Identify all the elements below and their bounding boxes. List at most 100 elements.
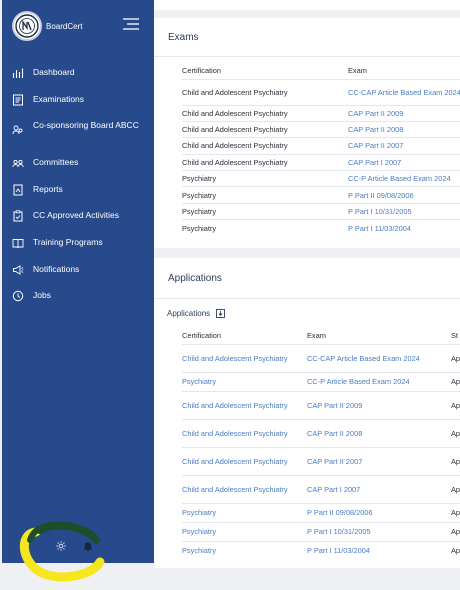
table-row[interactable]: Psychiatry P Part I 11/03/2004 Ap (182, 540, 460, 560)
certification-link[interactable]: Child and Adolescent Psychiatry (182, 418, 307, 447)
status-cell: Ap (451, 390, 460, 419)
exam-link[interactable]: P Part II 09/08/2006 (307, 502, 451, 522)
certification-link[interactable]: Child and Adolescent Psychiatry (182, 474, 307, 503)
sidebar-item-reports[interactable]: Reports (2, 183, 154, 210)
sidebar-item-label: Examinations (33, 93, 85, 104)
certification-cell: Child and Adolescent Psychiatry (182, 120, 348, 138)
table-row[interactable]: Child and Adolescent Psychiatry CAP Part … (182, 474, 460, 503)
table-header-row: Certification Exam (182, 62, 460, 79)
divider (154, 56, 460, 57)
sidebar-item-dashboard[interactable]: Dashboard (2, 66, 154, 93)
table-row[interactable]: Child and Adolescent Psychiatry CAP Part … (182, 120, 460, 138)
column-header-certification[interactable]: Certification (182, 62, 348, 79)
table-row[interactable]: Psychiatry P Part I 10/31/2005 Ap (182, 521, 460, 541)
exam-link[interactable]: CAP Part I 2007 (307, 474, 451, 503)
bar-chart-icon (12, 68, 24, 78)
document-icon (13, 94, 23, 106)
exam-link[interactable]: P Part I 10/31/2005 (348, 202, 460, 220)
download-icon[interactable] (216, 309, 226, 318)
sidebar-nav: Dashboard Examinations Co-sponsoring Boa… (2, 66, 154, 316)
certification-cell: Child and Adolescent Psychiatry (182, 153, 348, 171)
table-row[interactable]: Child and Adolescent Psychiatry CAP Part … (182, 137, 460, 155)
sidebar-item-label: Notifications (33, 263, 80, 274)
main-content: Exams Certification Exam Child and Adole… (154, 0, 460, 590)
exam-link[interactable]: CAP Part I 2007 (348, 153, 460, 171)
exam-link[interactable]: CAP Part II 2007 (307, 446, 451, 475)
bell-icon[interactable] (82, 540, 94, 552)
table-row[interactable]: Psychiatry P Part I 10/31/2005 (182, 202, 460, 220)
sidebar-item-label: Dashboard (33, 67, 75, 77)
table-header-row: Certification Exam St (182, 328, 460, 344)
sidebar-footer (2, 540, 154, 556)
certification-cell: Child and Adolescent Psychiatry (182, 137, 348, 155)
column-header-exam[interactable]: Exam (307, 328, 451, 344)
table-row[interactable]: Psychiatry P Part I 11/03/2004 (182, 219, 460, 237)
sidebar-item-label: Jobs (33, 290, 51, 301)
divider (154, 298, 460, 299)
certification-cell: Psychiatry (182, 202, 348, 220)
app-frame: BoardCert Dashboard Examinations Co-spon… (0, 0, 460, 590)
megaphone-icon (13, 264, 24, 275)
exam-link[interactable]: P Part II 09/08/2006 (348, 186, 460, 204)
sidebar-item-training-programs[interactable]: Training Programs (2, 236, 154, 263)
certification-cell: Psychiatry (182, 186, 348, 204)
table-row[interactable]: Child and Adolescent Psychiatry CC-CAP Ar… (182, 343, 460, 372)
column-header-exam[interactable]: Exam (348, 62, 460, 79)
table-row[interactable]: Child and Adolescent Psychiatry CC-CAP Ar… (182, 78, 460, 105)
status-cell: Ap (451, 446, 460, 475)
certification-link[interactable]: Psychiatry (182, 521, 307, 541)
sidebar-item-cc-approved-activities[interactable]: CC Approved Activities (2, 209, 154, 236)
certification-link[interactable]: Child and Adolescent Psychiatry (182, 446, 307, 475)
exam-link[interactable]: CC-CAP Article Based Exam 2024 (348, 78, 460, 105)
gear-icon[interactable] (55, 540, 67, 552)
exam-link[interactable]: P Part I 11/03/2004 (307, 540, 451, 560)
top-bar (154, 0, 460, 10)
boardcert-logo-icon (12, 11, 42, 41)
applications-card: Applications Applications Certification … (154, 258, 460, 568)
menu-toggle-icon[interactable] (122, 16, 140, 32)
certification-link[interactable]: Psychiatry (182, 502, 307, 522)
certification-cell: Child and Adolescent Psychiatry (182, 104, 348, 122)
exams-card: Exams Certification Exam Child and Adole… (154, 18, 460, 248)
sidebar-item-label: Co-sponsoring Board ABCC (33, 120, 139, 131)
certification-link[interactable]: Psychiatry (182, 540, 307, 560)
exam-link[interactable]: P Part I 11/03/2004 (348, 219, 460, 237)
sidebar-item-co-sponsoring-board[interactable]: Co-sponsoring Board ABCC (2, 119, 154, 156)
table-row[interactable]: Child and Adolescent Psychiatry CAP Part … (182, 390, 460, 419)
sidebar-item-examinations[interactable]: Examinations (2, 93, 154, 120)
table-row[interactable]: Psychiatry P Part II 09/08/2006 Ap (182, 502, 460, 522)
brand[interactable]: BoardCert (12, 10, 82, 42)
table-row[interactable]: Psychiatry P Part II 09/08/2006 (182, 186, 460, 204)
table-row[interactable]: Child and Adolescent Psychiatry CAP Part … (182, 418, 460, 447)
sidebar-item-label: Committees (33, 157, 79, 168)
certification-link[interactable]: Psychiatry (182, 371, 307, 391)
applications-table: Certification Exam St Child and Adolesce… (182, 328, 460, 560)
exam-link[interactable]: CC-CAP Article Based Exam 2024 (307, 343, 451, 372)
exam-link[interactable]: CAP Part II 2009 (307, 390, 451, 419)
table-row[interactable]: Child and Adolescent Psychiatry CAP Part … (182, 446, 460, 475)
table-row[interactable]: Psychiatry CC-P Article Based Exam 2024 (182, 170, 460, 187)
exam-link[interactable]: CAP Part II 2008 (348, 120, 460, 138)
exam-link[interactable]: CC-P Article Based Exam 2024 (307, 371, 451, 391)
column-header-status[interactable]: St (451, 328, 460, 344)
exam-link[interactable]: CAP Part II 2008 (307, 418, 451, 447)
table-row[interactable]: Child and Adolescent Psychiatry CAP Part … (182, 104, 460, 122)
certification-cell: Psychiatry (182, 170, 348, 187)
sidebar-item-committees[interactable]: Committees (2, 156, 154, 183)
exam-link[interactable]: P Part I 10/31/2005 (307, 521, 451, 541)
sidebar-item-jobs[interactable]: Jobs (2, 289, 154, 316)
table-row[interactable]: Child and Adolescent Psychiatry CAP Part … (182, 153, 460, 171)
sidebar-item-label: Reports (33, 183, 63, 194)
exam-link[interactable]: CAP Part II 2007 (348, 137, 460, 155)
applications-sublabel: Applications (167, 309, 226, 318)
exam-link[interactable]: CC-P Article Based Exam 2024 (348, 170, 460, 187)
brand-name: BoardCert (46, 21, 83, 31)
certification-link[interactable]: Child and Adolescent Psychiatry (182, 390, 307, 419)
status-cell: Ap (451, 343, 460, 372)
exam-link[interactable]: CAP Part II 2009 (348, 104, 460, 122)
sidebar-item-notifications[interactable]: Notifications (2, 263, 154, 290)
column-header-certification[interactable]: Certification (182, 328, 307, 344)
status-cell: Ap (451, 418, 460, 447)
table-row[interactable]: Psychiatry CC-P Article Based Exam 2024 Ap (182, 371, 460, 391)
certification-link[interactable]: Child and Adolescent Psychiatry (182, 343, 307, 372)
